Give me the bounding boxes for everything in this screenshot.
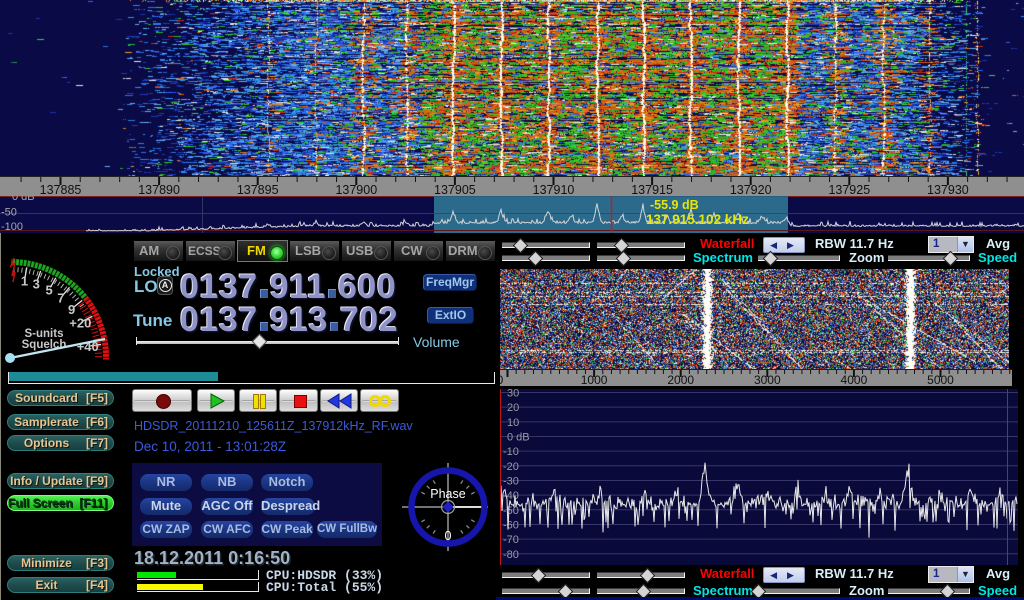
svg-text:0: 0 <box>445 529 452 543</box>
svg-text:137910: 137910 <box>533 183 575 196</box>
svg-text:20: 20 <box>507 402 519 414</box>
svg-text:10: 10 <box>507 417 519 429</box>
svg-text:0 dB: 0 dB <box>507 431 530 443</box>
svg-text:137890: 137890 <box>138 183 180 196</box>
svg-text:-10: -10 <box>503 446 519 458</box>
svg-text:5000: 5000 <box>927 373 954 386</box>
svg-text:2000: 2000 <box>667 373 694 386</box>
svg-text:137920: 137920 <box>730 183 772 196</box>
svg-text:-80: -80 <box>503 549 519 561</box>
svg-text:137915: 137915 <box>631 183 673 196</box>
svg-text:0: 0 <box>500 373 504 386</box>
svg-text:-20: -20 <box>503 461 519 473</box>
svg-text:-60: -60 <box>503 519 519 531</box>
svg-text:-100: -100 <box>1 221 23 233</box>
svg-text:137885: 137885 <box>40 183 82 196</box>
svg-text:137895: 137895 <box>237 183 279 196</box>
svg-text:-50: -50 <box>1 207 17 219</box>
svg-text:137925: 137925 <box>828 183 870 196</box>
svg-text:3000: 3000 <box>754 373 781 386</box>
svg-text:137.915.102 kHz: 137.915.102 kHz <box>646 212 749 227</box>
svg-text:-55.9 dB: -55.9 dB <box>650 198 699 212</box>
svg-text:Phase: Phase <box>430 487 465 501</box>
svg-text:+20: +20 <box>69 315 91 330</box>
svg-text:3: 3 <box>33 277 40 292</box>
svg-text:0 dB: 0 dB <box>12 196 35 203</box>
svg-text:1: 1 <box>21 274 28 289</box>
svg-text:1000: 1000 <box>581 373 608 386</box>
svg-text:5: 5 <box>46 283 53 298</box>
svg-text:137905: 137905 <box>434 183 476 196</box>
svg-text:-30: -30 <box>503 475 519 487</box>
svg-text:Squelch: Squelch <box>22 339 67 351</box>
svg-text:30: 30 <box>507 389 519 400</box>
svg-text:4000: 4000 <box>841 373 868 386</box>
svg-text:7: 7 <box>57 291 64 306</box>
svg-text:137930: 137930 <box>927 183 969 196</box>
svg-text:-70: -70 <box>503 534 519 546</box>
svg-text:137900: 137900 <box>335 183 377 196</box>
